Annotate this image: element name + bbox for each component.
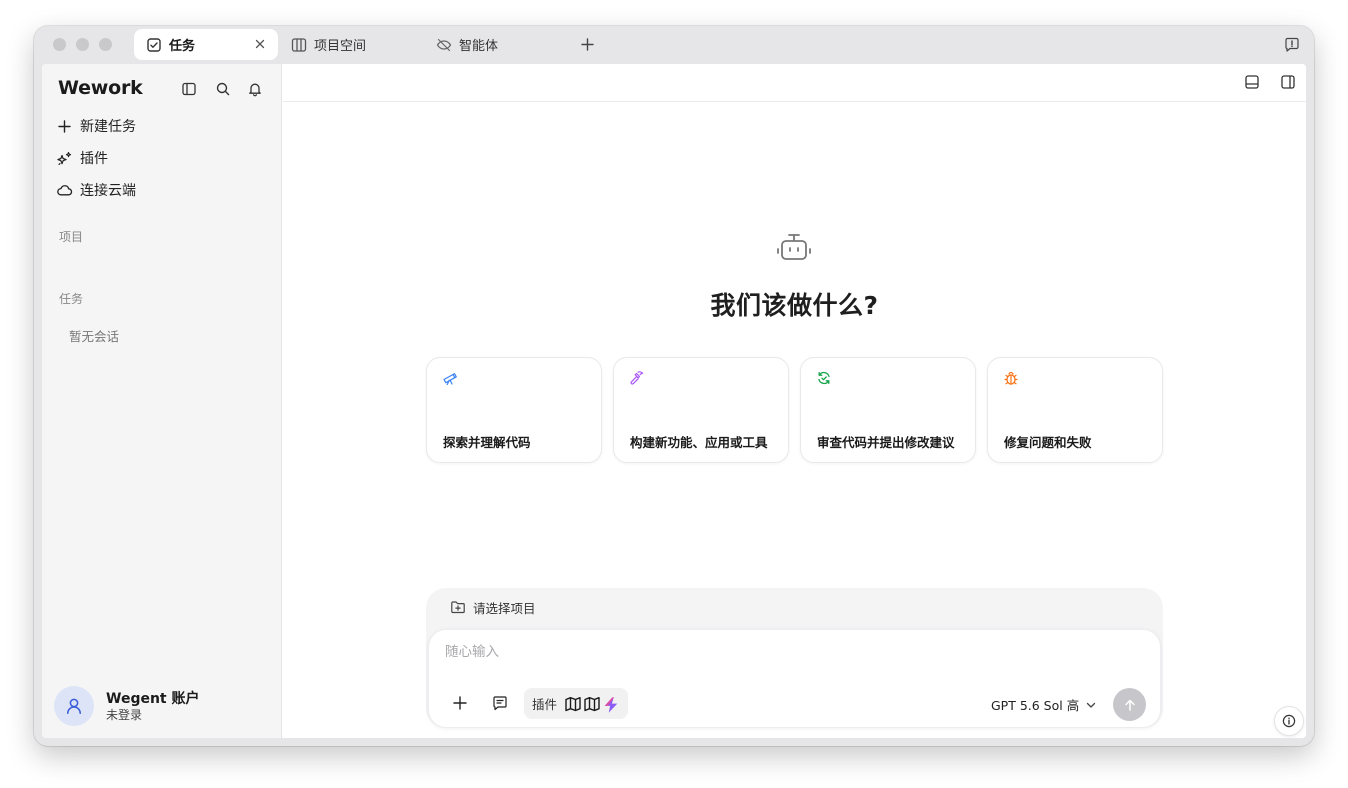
project-selector[interactable]: 请选择项目: [450, 598, 536, 616]
window-close-control[interactable]: [53, 38, 66, 51]
plugin-chip-label: 插件: [532, 697, 558, 712]
sidebar-item-label: 新建任务: [80, 119, 136, 135]
app-window: 任务 项目空间 智能体 Wework 新建任务 插件 连接云端 项目 任务 暂无…: [34, 26, 1314, 746]
sidebar: Wework 新建任务 插件 连接云端 项目 任务 暂无会话 Wegent 账户…: [42, 64, 282, 738]
hammer-icon: [629, 370, 645, 386]
hero-title: 我们该做什么?: [710, 291, 879, 320]
tab-label: 智能体: [459, 39, 499, 54]
sidebar-item-label: 连接云端: [80, 183, 136, 199]
window-zoom-control[interactable]: [99, 38, 112, 51]
title-bar: 任务 项目空间 智能体: [34, 26, 1314, 64]
feedback-icon[interactable]: [1284, 37, 1300, 53]
suggestion-card-review[interactable]: 审查代码并提出修改建议: [800, 357, 976, 463]
tasks-empty-note: 暂无会话: [69, 329, 120, 344]
window-minimize-control[interactable]: [76, 38, 89, 51]
folder-plus-icon: [450, 599, 466, 615]
prompt-template-button[interactable]: [490, 693, 510, 713]
checkbox-icon: [146, 37, 162, 53]
user-icon: [64, 696, 84, 716]
tab-label: 任务: [169, 39, 196, 54]
app-brand: Wework: [58, 77, 143, 99]
suggestion-card-build[interactable]: 构建新功能、应用或工具: [613, 357, 789, 463]
tab-project-space[interactable]: 项目空间: [291, 29, 366, 60]
tab-agents[interactable]: 智能体: [436, 29, 498, 60]
send-button[interactable]: [1113, 688, 1146, 721]
review-icon: [816, 370, 832, 386]
card-label: 审查代码并提出修改建议: [817, 435, 955, 450]
bug-icon: [1003, 370, 1019, 386]
prompt-composer: 插件 GPT 5.6 Sol 高: [428, 629, 1161, 728]
plugin-chip[interactable]: 插件: [524, 688, 629, 719]
chevron-down-icon: [1085, 699, 1097, 711]
prompt-input[interactable]: [443, 640, 1043, 664]
telescope-icon: [442, 370, 458, 386]
suggestion-card-fix[interactable]: 修复问题和失败: [987, 357, 1163, 463]
card-label: 构建新功能、应用或工具: [630, 435, 768, 450]
sidebar-item-label: 插件: [80, 151, 108, 167]
eye-off-icon: [436, 37, 452, 53]
bell-icon[interactable]: [246, 80, 264, 98]
plus-icon[interactable]: [580, 37, 595, 52]
tasks-section-label: 任务: [59, 292, 84, 306]
projects-section-label: 项目: [59, 230, 84, 244]
tab-label: 项目空间: [314, 39, 367, 54]
attach-button[interactable]: [450, 693, 470, 713]
account-name: Wegent 账户: [106, 690, 200, 707]
project-selector-label: 请选择项目: [473, 600, 536, 616]
sidebar-item-plugins[interactable]: 插件: [56, 146, 108, 170]
model-selector[interactable]: GPT 5.6 Sol 高: [991, 695, 1097, 714]
search-icon[interactable]: [214, 80, 232, 98]
composer-panel: 请选择项目 插件: [426, 588, 1163, 728]
panel-bottom-icon[interactable]: [1244, 74, 1262, 92]
info-icon: [1282, 714, 1296, 728]
account-status: 未登录: [106, 707, 143, 722]
message-icon: [492, 695, 508, 711]
sidebar-item-connect-cloud[interactable]: 连接云端: [56, 178, 136, 202]
columns-icon: [291, 37, 307, 53]
suggestion-card-explore[interactable]: 探索并理解代码: [426, 357, 602, 463]
panel-right-icon[interactable]: [1280, 74, 1298, 92]
window-content: Wework 新建任务 插件 连接云端 项目 任务 暂无会话 Wegent 账户…: [42, 64, 1306, 738]
account-menu[interactable]: Wegent 账户 未登录: [54, 686, 200, 726]
card-label: 修复问题和失败: [1004, 435, 1092, 450]
avatar: [54, 686, 94, 726]
cloud-icon: [56, 182, 73, 199]
bolt-icon: [602, 695, 620, 713]
book-icon: [583, 695, 601, 713]
tab-tasks[interactable]: 任务: [134, 29, 278, 60]
card-label: 探索并理解代码: [443, 435, 531, 450]
info-button[interactable]: [1274, 706, 1304, 736]
main-panel: 我们该做什么? 探索并理解代码 构建新功能、应用或工具 审查代码并提出修改建议: [283, 64, 1306, 738]
plus-icon: [56, 118, 73, 135]
sparkles-icon: [56, 150, 73, 167]
main-topbar: [283, 64, 1306, 102]
sidebar-toggle-icon[interactable]: [180, 80, 198, 98]
sidebar-item-new-task[interactable]: 新建任务: [56, 114, 136, 138]
model-selector-label: GPT 5.6 Sol 高: [991, 698, 1080, 713]
plus-icon: [452, 695, 468, 711]
close-tab-icon[interactable]: [253, 37, 267, 51]
book-icon: [564, 695, 582, 713]
arrow-up-icon: [1123, 698, 1137, 712]
robot-icon: [775, 232, 813, 264]
